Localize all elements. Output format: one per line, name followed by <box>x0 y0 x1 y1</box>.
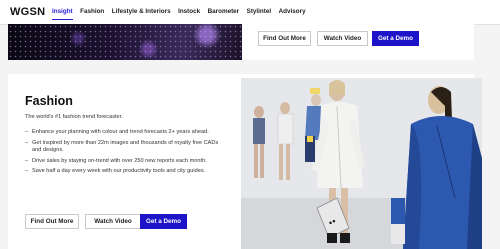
card-title: Fashion <box>25 94 73 108</box>
runway-illustration: ●● <box>241 78 482 249</box>
find-out-more-button[interactable]: Find Out More <box>258 31 311 46</box>
wgsn-logo[interactable]: WGSN <box>10 6 45 18</box>
list-item: Get inspired by more than 22m images and… <box>25 140 225 155</box>
product-card-previous: Find Out More Watch Video Get a Demo <box>8 24 474 60</box>
nav-menu: Insight Fashion Lifestyle & Interiors In… <box>52 0 313 24</box>
nav-item-lifestyle-interiors[interactable]: Lifestyle & Interiors <box>112 0 171 24</box>
product-card-fashion: Fashion The world's #1 fashion trend for… <box>8 74 482 249</box>
nav-item-fashion[interactable]: Fashion <box>80 0 104 24</box>
find-out-more-button[interactable]: Find Out More <box>25 214 79 229</box>
list-item: Save half a day every week with our prod… <box>25 168 225 176</box>
watch-video-button[interactable]: Watch Video <box>85 214 141 229</box>
card-subtitle: The world's #1 fashion trend forecaster. <box>25 114 123 120</box>
nav-item-advisory[interactable]: Advisory <box>279 0 306 24</box>
get-demo-button[interactable]: Get a Demo <box>372 31 419 46</box>
nav-item-stylintel[interactable]: Stylintel <box>247 0 272 24</box>
runway-photo: ●● <box>241 78 482 249</box>
list-item: Enhance your planning with colour and tr… <box>25 129 225 137</box>
top-navigation: WGSN Insight Fashion Lifestyle & Interio… <box>0 0 500 25</box>
feature-list: Enhance your planning with colour and tr… <box>25 129 225 179</box>
watch-video-button[interactable]: Watch Video <box>317 31 368 46</box>
nav-item-barometer[interactable]: Barometer <box>208 0 240 24</box>
list-item: Drive sales by staying on-trend with ove… <box>25 158 225 166</box>
get-demo-button[interactable]: Get a Demo <box>140 214 187 229</box>
nav-item-instock[interactable]: Instock <box>178 0 200 24</box>
nav-item-insight[interactable]: Insight <box>52 0 73 24</box>
card-hero-image <box>8 24 242 60</box>
